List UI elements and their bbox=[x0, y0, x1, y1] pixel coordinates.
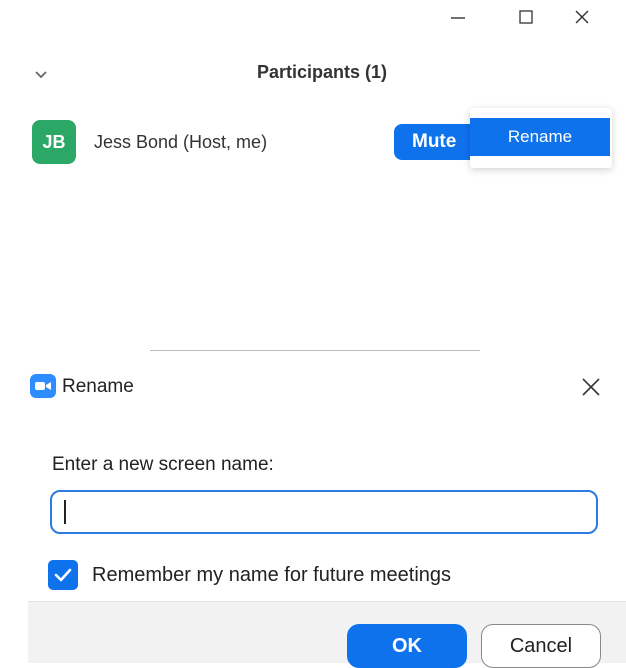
close-icon bbox=[575, 10, 589, 24]
dialog-titlebar: Rename bbox=[0, 358, 626, 416]
remember-name-checkbox[interactable] bbox=[48, 560, 78, 590]
rename-dialog: Rename Enter a new screen name: Remember… bbox=[0, 358, 626, 668]
participants-window: Participants (1) JB Jess Bond (Host, me)… bbox=[0, 0, 626, 350]
menu-item-rename[interactable]: Rename bbox=[470, 118, 610, 156]
dialog-close-button[interactable] bbox=[576, 372, 606, 402]
participants-title: Participants (1) bbox=[256, 62, 388, 82]
participants-header: Participants (1) bbox=[0, 56, 626, 92]
participant-context-menu: Rename bbox=[470, 108, 612, 168]
minimize-icon bbox=[451, 17, 465, 19]
window-controls bbox=[434, 0, 626, 34]
maximize-icon bbox=[519, 10, 533, 24]
screen-name-label: Enter a new screen name: bbox=[52, 454, 274, 475]
ok-button[interactable]: OK bbox=[347, 624, 467, 668]
participant-row[interactable]: JB Jess Bond (Host, me) Mute Rename bbox=[0, 108, 626, 168]
dialog-footer: OK Cancel bbox=[28, 601, 626, 668]
text-caret bbox=[64, 500, 66, 524]
close-icon bbox=[582, 378, 600, 396]
remember-name-label: Remember my name for future meetings bbox=[92, 564, 452, 586]
window-close-button[interactable] bbox=[558, 0, 606, 34]
cancel-button[interactable]: Cancel bbox=[481, 624, 601, 668]
avatar: JB bbox=[32, 120, 76, 164]
screen-name-input[interactable] bbox=[50, 490, 598, 534]
participant-name: Jess Bond (Host, me) bbox=[94, 132, 268, 152]
divider bbox=[150, 350, 480, 351]
dialog-title: Rename bbox=[62, 376, 134, 397]
minimize-button[interactable] bbox=[434, 0, 482, 34]
maximize-button[interactable] bbox=[502, 0, 550, 34]
checkmark-icon bbox=[54, 568, 72, 582]
zoom-camera-icon bbox=[30, 374, 56, 398]
